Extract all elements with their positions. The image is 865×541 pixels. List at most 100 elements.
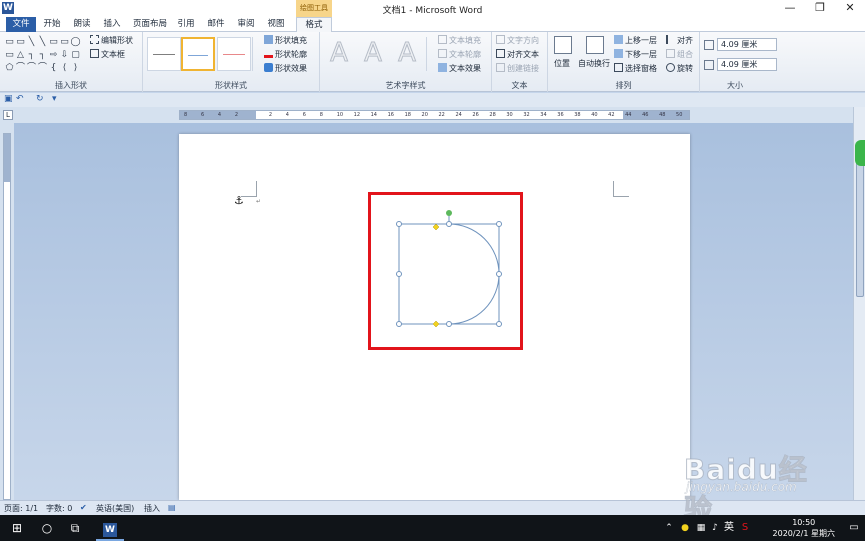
tray-chevron-icon[interactable]: ⌃: [662, 515, 676, 541]
shape-arc-icon[interactable]: ⌒: [15, 62, 26, 75]
tab-format[interactable]: 格式: [296, 17, 332, 32]
text-box-button[interactable]: 文本框: [90, 49, 125, 60]
tab-insert[interactable]: 插入: [100, 17, 124, 32]
rotate-button[interactable]: 旋转: [666, 63, 693, 74]
bring-forward-button[interactable]: 上移一层: [614, 35, 657, 46]
swatch-line: [223, 54, 245, 55]
wordart-gallery-scroll[interactable]: [426, 37, 434, 71]
shape-down-arrow-icon[interactable]: ⇩: [59, 49, 70, 62]
selection-pane-button[interactable]: 选择窗格: [614, 63, 657, 74]
shape-bracket-left-icon[interactable]: ⟨: [59, 62, 70, 75]
sogou-ime-icon[interactable]: S: [738, 515, 752, 541]
status-word-count[interactable]: 字数: 0: [46, 503, 72, 514]
shape-outline-button[interactable]: 形状轮廓: [264, 49, 307, 60]
shape-elbow-icon[interactable]: ┐: [26, 49, 37, 62]
taskbar-word-app[interactable]: W: [96, 515, 124, 541]
shape-brace-icon[interactable]: {: [48, 62, 59, 75]
proofing-icon[interactable]: ✔: [80, 503, 87, 512]
tab-review[interactable]: 审阅: [234, 17, 258, 32]
shape-rect-icon[interactable]: ▭: [4, 36, 15, 49]
shape-elbow-arrow-icon[interactable]: ┐: [37, 49, 48, 62]
network-icon[interactable]: ▦: [694, 515, 708, 541]
document-page[interactable]: ⚓ ↵: [179, 134, 690, 500]
ime-indicator[interactable]: 英: [722, 515, 736, 541]
tray-app-icon[interactable]: ●: [678, 515, 692, 541]
align-button[interactable]: 对齐: [666, 35, 693, 46]
edit-shape-button[interactable]: 编辑形状: [90, 35, 133, 46]
save-icon[interactable]: ▣: [4, 94, 13, 104]
ruler-tick-label: 22: [438, 112, 445, 118]
wrap-text-label[interactable]: 自动换行: [578, 58, 610, 69]
shape-pentagon-icon[interactable]: ⬠: [4, 62, 15, 75]
text-outline-button[interactable]: 文本轮廓: [438, 49, 481, 60]
shape-style-swatch-gray[interactable]: [147, 37, 181, 71]
ruler-toggle-icon[interactable]: L: [3, 110, 13, 120]
side-widget-icon[interactable]: [855, 140, 865, 166]
start-button-icon[interactable]: ⊞: [0, 515, 34, 541]
horizontal-ruler[interactable]: 8 6 4 2 2 4 6 8 10 12 14 16 18 20 22 24 26 28 30 32 34 36 38 40…: [179, 110, 690, 120]
position-icon[interactable]: [554, 36, 572, 54]
undo-icon[interactable]: ↶: [16, 94, 24, 104]
shape-frame-icon[interactable]: ▢: [70, 49, 81, 62]
close-button[interactable]: ✕: [835, 0, 865, 17]
tab-mailings[interactable]: 邮件: [204, 17, 228, 32]
send-backward-button[interactable]: 下移一层: [614, 49, 657, 60]
shape-fill-button[interactable]: 形状填充: [264, 35, 307, 46]
create-link-button[interactable]: 创建链接: [496, 63, 539, 74]
shape-style-swatch-blue[interactable]: [181, 37, 215, 71]
swatch-line: [153, 54, 175, 55]
shape-rounded-rect-icon[interactable]: ▭: [59, 36, 70, 49]
minimize-button[interactable]: —: [775, 0, 805, 17]
shape-effects-button[interactable]: 形状效果: [264, 63, 307, 74]
scrollbar-thumb[interactable]: [856, 147, 864, 297]
group-button[interactable]: 组合: [666, 49, 693, 60]
shape-rectangle-icon[interactable]: ▭: [48, 36, 59, 49]
ruler-tick-label: 42: [608, 112, 615, 118]
redo-icon[interactable]: ↻: [36, 94, 44, 104]
shape-style-swatch-red[interactable]: [217, 37, 251, 71]
shape-height-field[interactable]: 4.09 厘米: [717, 38, 777, 51]
position-label[interactable]: 位置: [554, 58, 570, 69]
wordart-style-3[interactable]: A: [392, 38, 422, 69]
text-effects-button[interactable]: 文本效果: [438, 63, 481, 74]
shape-triangle-icon[interactable]: △: [15, 49, 26, 62]
tab-file[interactable]: 文件: [6, 17, 36, 32]
text-direction-button[interactable]: 文字方向: [496, 35, 539, 46]
shape-line-icon[interactable]: ╲: [26, 36, 37, 49]
notification-center-icon[interactable]: ▭: [846, 515, 862, 541]
tab-page-layout[interactable]: 页面布局: [130, 17, 170, 32]
taskbar-clock[interactable]: 10:50 2020/2/1 星期六: [773, 517, 835, 539]
task-view-icon[interactable]: ⧉: [62, 515, 88, 541]
shape-textbox-icon[interactable]: ▭: [15, 36, 26, 49]
tab-home[interactable]: 开始: [40, 17, 64, 32]
status-language[interactable]: 英语(美国): [96, 503, 134, 514]
shape-square-icon[interactable]: ▭: [4, 49, 15, 62]
shape-freeform-icon[interactable]: ⌒: [37, 62, 48, 75]
restore-button[interactable]: ❐: [805, 0, 835, 17]
vertical-ruler-track[interactable]: [3, 133, 11, 500]
shape-bracket-right-icon[interactable]: ⟩: [70, 62, 81, 75]
align-text-button[interactable]: 对齐文本: [496, 49, 539, 60]
windows-taskbar: ⊞ ○ ⧉ W ⌃ ● ▦ ♪ 英 S 10:50 2020/2/1 星期六 ▭: [0, 515, 865, 541]
send-backward-icon: [614, 49, 623, 58]
tab-view[interactable]: 视图: [264, 17, 288, 32]
wordart-style-1[interactable]: A: [324, 38, 354, 69]
wrap-text-icon[interactable]: [586, 36, 604, 54]
vertical-ruler-top-margin[interactable]: [4, 134, 10, 182]
tab-references[interactable]: 引用: [174, 17, 198, 32]
text-fill-button[interactable]: 文本填充: [438, 35, 481, 46]
shape-arrow-line-icon[interactable]: ╲: [37, 36, 48, 49]
shape-width-field[interactable]: 4.09 厘米: [717, 58, 777, 71]
shape-oval-icon[interactable]: ◯: [70, 36, 81, 49]
search-icon[interactable]: ○: [34, 515, 60, 541]
tab-read[interactable]: 朗读: [70, 17, 94, 32]
wordart-style-2[interactable]: A: [358, 38, 388, 69]
volume-icon[interactable]: ♪: [708, 515, 722, 541]
macro-record-icon[interactable]: ▤: [168, 503, 176, 512]
shape-style-gallery-scroll[interactable]: [252, 37, 260, 71]
shape-right-arrow-icon[interactable]: ⇨: [48, 49, 59, 62]
shape-curve-icon[interactable]: ⌒: [26, 62, 37, 75]
customize-qat-icon[interactable]: ▾: [52, 94, 57, 104]
status-page[interactable]: 页面: 1/1: [4, 503, 38, 514]
status-insert-mode[interactable]: 插入: [144, 503, 160, 514]
